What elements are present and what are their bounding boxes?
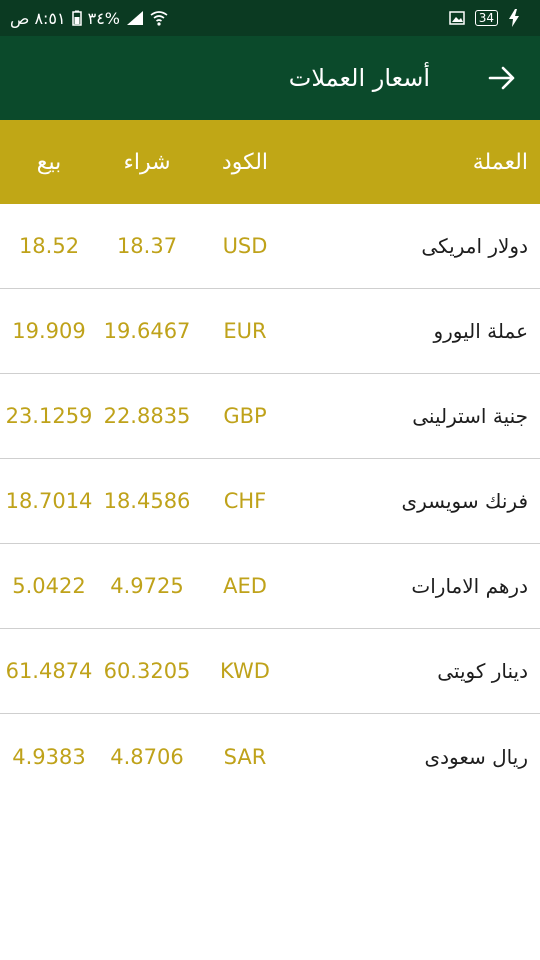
buy-rate: 60.3205 <box>103 659 191 683</box>
sell-rate: 19.909 <box>12 319 86 343</box>
currency-code: CHF <box>223 489 267 513</box>
currency-code: AED <box>223 574 267 598</box>
table-row[interactable]: عملة اليورو EUR 19.6467 19.909 <box>0 289 540 374</box>
image-notification-icon <box>448 11 465 25</box>
currency-name: دينار كويتى <box>437 659 528 683</box>
buy-rate: 4.8706 <box>110 744 184 769</box>
battery-percent: %٣٤ <box>87 8 120 28</box>
currency-name: جنية استرلينى <box>412 404 528 428</box>
sell-rate: 61.4874 <box>5 659 93 683</box>
signal-icon <box>126 10 144 26</box>
currency-name: دولار امريكى <box>421 234 528 258</box>
buy-rate: 22.8835 <box>103 404 191 428</box>
currency-code: USD <box>222 234 268 258</box>
buy-rate: 4.9725 <box>110 574 184 598</box>
currency-name: فرنك سويسرى <box>401 489 528 513</box>
header-buy: شراء <box>123 149 171 175</box>
status-left-group: ٨:٥١ ص %٣٤ <box>10 0 168 36</box>
back-arrow-icon <box>488 66 515 90</box>
charging-icon <box>508 9 520 27</box>
page-title: أسعار العملات <box>288 64 430 92</box>
table-row[interactable]: فرنك سويسرى CHF 18.4586 18.7014 <box>0 459 540 544</box>
currency-list: دولار امريكى USD 18.37 18.52 عملة اليورو… <box>0 204 540 799</box>
currency-name: عملة اليورو <box>433 319 528 343</box>
app-bar: أسعار العملات <box>0 36 540 120</box>
sell-rate: 18.7014 <box>5 489 93 513</box>
back-button[interactable] <box>484 60 520 96</box>
battery-level-icon: 34 <box>474 10 498 26</box>
header-currency: العملة <box>472 149 528 175</box>
sell-rate: 18.52 <box>18 234 80 258</box>
status-time: ٨:٥١ ص <box>10 8 66 28</box>
table-row[interactable]: جنية استرلينى GBP 22.8835 23.1259 <box>0 374 540 459</box>
table-header: العملة الكود شراء بيع <box>0 120 540 204</box>
currency-code: SAR <box>223 744 267 769</box>
table-row[interactable]: درهم الامارات AED 4.9725 5.0422 <box>0 544 540 629</box>
buy-rate: 18.4586 <box>103 489 191 513</box>
table-row[interactable]: ريال سعودى SAR 4.8706 4.9383 <box>0 714 540 799</box>
status-right-group: 34 <box>448 0 520 36</box>
currency-code: KWD <box>220 659 270 683</box>
sell-rate: 5.0422 <box>12 574 86 598</box>
currency-name: درهم الامارات <box>411 574 528 598</box>
wifi-icon <box>150 10 168 26</box>
currency-code: GBP <box>223 404 267 428</box>
table-row[interactable]: دولار امريكى USD 18.37 18.52 <box>0 204 540 289</box>
battery-icon <box>71 10 82 26</box>
buy-rate: 19.6467 <box>103 319 191 343</box>
currency-name: ريال سعودى <box>424 744 528 769</box>
buy-rate: 18.37 <box>116 234 178 258</box>
status-bar: ٨:٥١ ص %٣٤ 34 <box>0 0 540 36</box>
sell-rate: 4.9383 <box>12 744 86 769</box>
header-code: الكود <box>221 149 269 175</box>
table-row[interactable]: دينار كويتى KWD 60.3205 61.4874 <box>0 629 540 714</box>
header-sell: بيع <box>36 149 62 175</box>
currency-code: EUR <box>223 319 267 343</box>
sell-rate: 23.1259 <box>5 404 93 428</box>
